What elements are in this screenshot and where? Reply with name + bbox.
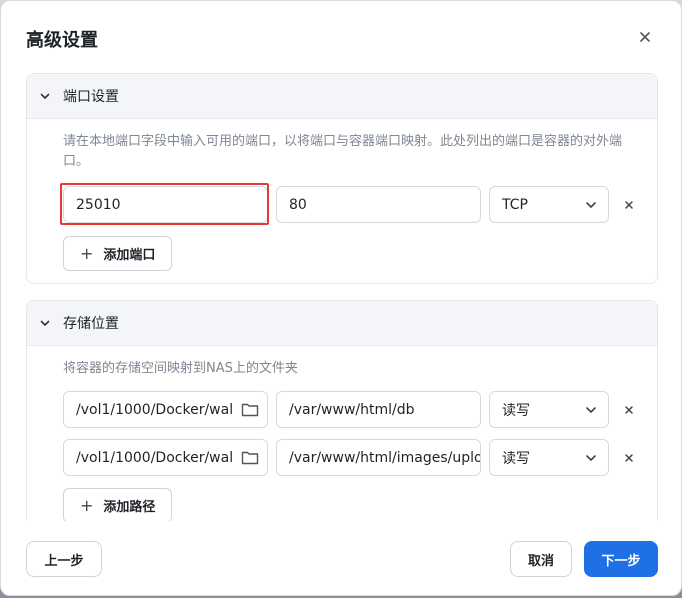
nas-path-input[interactable]: /vol1/1000/Docker/wallos xyxy=(63,391,268,428)
add-path-button[interactable]: + 添加路径 xyxy=(63,488,173,521)
chevron-down-icon xyxy=(586,201,596,208)
folder-icon[interactable] xyxy=(233,440,267,475)
container-path-input[interactable]: /var/www/html/images/uploads xyxy=(276,439,481,476)
add-port-label: 添加端口 xyxy=(103,248,156,263)
nas-path-input[interactable]: /vol1/1000/Docker/wallos xyxy=(63,439,268,476)
dialog-title: 高级设置 xyxy=(26,30,98,51)
mode-value: 读写 xyxy=(502,450,530,467)
dialog-body[interactable]: 端口设置 请在本地端口字段中输入可用的端口，以将端口与容器端口映射。此处列出的端… xyxy=(1,71,681,521)
storage-section-title: 存储位置 xyxy=(63,316,119,332)
nas-path-value: /vol1/1000/Docker/wallos xyxy=(76,401,253,418)
port-section-description: 请在本地端口字段中输入可用的端口，以将端口与容器端口映射。此处列出的端口是容器的… xyxy=(63,134,623,169)
port-section-header[interactable]: 端口设置 xyxy=(27,74,657,119)
plus-icon: + xyxy=(80,496,94,515)
remove-port-button[interactable] xyxy=(620,196,638,214)
chevron-down-icon xyxy=(586,406,596,413)
port-settings-section: 端口设置 请在本地端口字段中输入可用的端口，以将端口与容器端口映射。此处列出的端… xyxy=(26,73,658,284)
next-step-button[interactable]: 下一步 xyxy=(584,541,658,577)
mode-select[interactable]: 读写 xyxy=(489,439,609,476)
chevron-down-icon xyxy=(39,89,53,103)
port-section-title: 端口设置 xyxy=(63,89,119,105)
cancel-button[interactable]: 取消 xyxy=(510,541,572,577)
container-path-value: /var/www/html/db xyxy=(289,401,415,418)
nas-path-value: /vol1/1000/Docker/wallos xyxy=(76,449,253,466)
mode-value: 读写 xyxy=(502,402,530,419)
remove-path-button[interactable] xyxy=(620,401,638,419)
close-icon xyxy=(625,201,633,209)
plus-icon: + xyxy=(80,244,94,263)
advanced-settings-dialog: 高级设置 端口设置 请在本地端口字段中输入可用的端口，以将端口与容器端口映射。此… xyxy=(0,0,682,596)
add-path-label: 添加路径 xyxy=(103,500,156,515)
close-icon xyxy=(625,406,633,414)
container-path-input[interactable]: /var/www/html/db xyxy=(276,391,481,428)
storage-location-section: 存储位置 将容器的存储空间映射到NAS上的文件夹 /vol1/1000/Dock… xyxy=(26,300,658,521)
add-port-button[interactable]: + 添加端口 xyxy=(63,236,173,271)
folder-icon[interactable] xyxy=(233,392,267,427)
storage-section-header[interactable]: 存储位置 xyxy=(27,301,657,346)
container-port-input[interactable]: 80 xyxy=(276,186,481,223)
previous-step-button[interactable]: 上一步 xyxy=(26,541,102,577)
chevron-down-icon xyxy=(39,316,53,330)
mode-select[interactable]: 读写 xyxy=(489,391,609,428)
container-path-value: /var/www/html/images/uploads xyxy=(289,449,480,466)
highlight-box xyxy=(60,183,269,225)
container-port-value: 80 xyxy=(289,196,307,213)
close-icon xyxy=(625,454,633,462)
protocol-select[interactable]: TCP xyxy=(489,186,609,223)
remove-path-button[interactable] xyxy=(620,449,638,467)
close-button[interactable] xyxy=(633,25,657,49)
storage-section-description: 将容器的存储空间映射到NAS上的文件夹 xyxy=(63,361,298,376)
close-icon xyxy=(640,32,650,42)
protocol-value: TCP xyxy=(502,196,528,213)
chevron-down-icon xyxy=(586,454,596,461)
